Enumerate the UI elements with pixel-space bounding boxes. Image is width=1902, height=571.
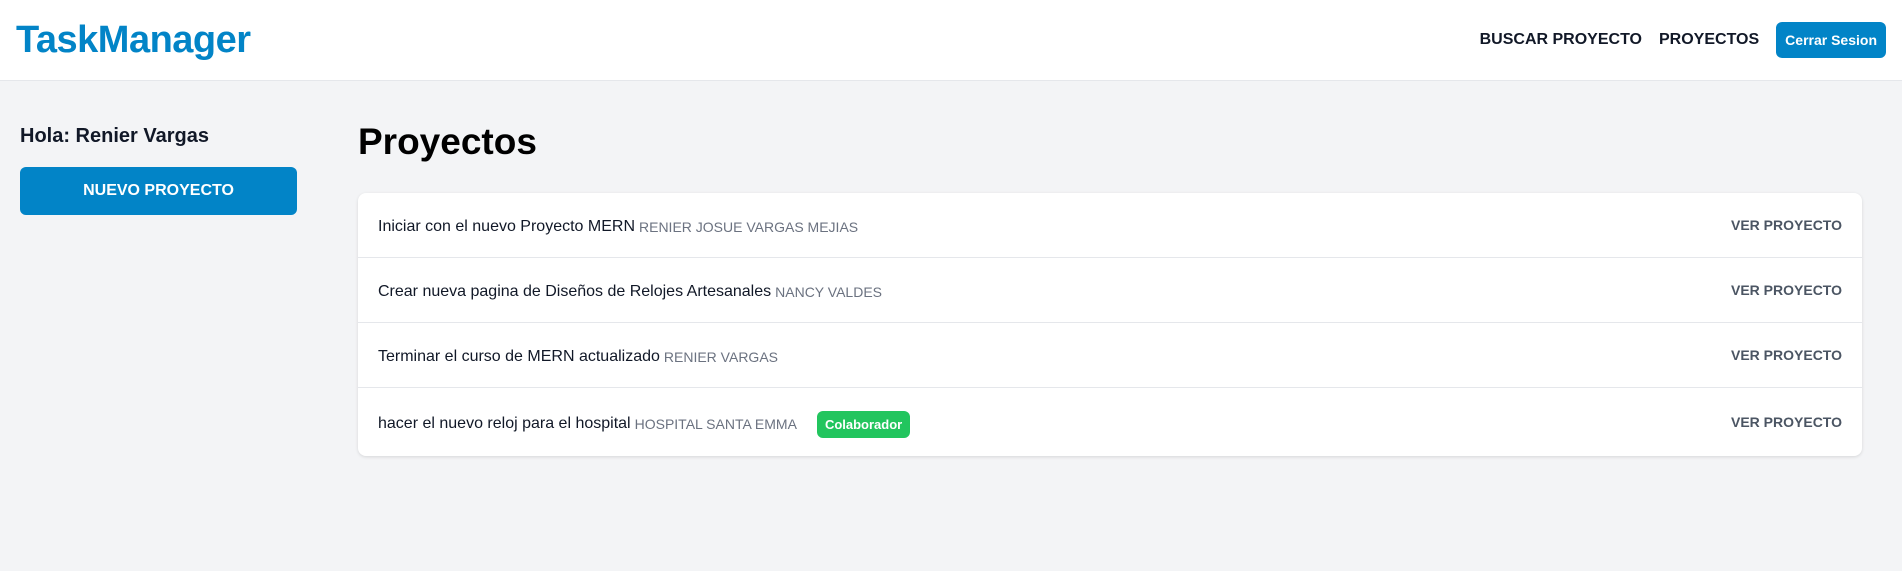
project-client: HOSPITAL SANTA EMMA (634, 416, 797, 432)
project-name: Crear nueva pagina de Diseños de Relojes… (378, 283, 772, 300)
main-content: Proyectos Iniciar con el nuevo Proyecto … (358, 81, 1902, 571)
project-name: Iniciar con el nuevo Proyecto MERN (378, 218, 635, 235)
project-row: hacer el nuevo reloj para el hospital HO… (358, 388, 1862, 456)
project-name: hacer el nuevo reloj para el hospital (378, 415, 631, 432)
project-name: Terminar el curso de MERN actualizado (378, 348, 660, 365)
top-nav: Buscar Proyecto Proyectos Cerrar Sesion (1480, 22, 1886, 58)
project-list: Iniciar con el nuevo Proyecto MERN RENIE… (358, 193, 1862, 456)
project-client: RENIER VARGAS (663, 349, 778, 365)
page-layout: Hola: Renier Vargas Nuevo Proyecto Proye… (0, 81, 1902, 571)
project-client: NANCY VALDES (775, 284, 882, 300)
project-client: RENIER JOSUE VARGAS MEJIAS (639, 219, 859, 235)
project-info: Terminar el curso de MERN actualizado RE… (378, 348, 778, 366)
project-row: Iniciar con el nuevo Proyecto MERN RENIE… (358, 193, 1862, 258)
project-info: Iniciar con el nuevo Proyecto MERN RENIE… (378, 218, 858, 236)
project-info: hacer el nuevo reloj para el hospital HO… (378, 410, 911, 438)
top-header: TaskManager Buscar Proyecto Proyectos Ce… (0, 0, 1902, 81)
view-project-link[interactable]: Ver Proyecto (1731, 282, 1842, 298)
sidebar: Hola: Renier Vargas Nuevo Proyecto (0, 81, 358, 571)
logout-button[interactable]: Cerrar Sesion (1776, 22, 1886, 58)
view-project-link[interactable]: Ver Proyecto (1731, 347, 1842, 363)
page-title: Proyectos (358, 121, 537, 162)
nav-search-projects[interactable]: Buscar Proyecto (1480, 31, 1642, 49)
collaborator-badge: Colaborador (816, 410, 911, 438)
app-logo[interactable]: TaskManager (16, 19, 251, 62)
view-project-link[interactable]: Ver Proyecto (1731, 414, 1842, 430)
project-info: Crear nueva pagina de Diseños de Relojes… (378, 283, 882, 301)
user-greeting: Hola: Renier Vargas (20, 125, 209, 147)
view-project-link[interactable]: Ver Proyecto (1731, 217, 1842, 233)
new-project-button[interactable]: Nuevo Proyecto (20, 167, 297, 215)
project-row: Crear nueva pagina de Diseños de Relojes… (358, 258, 1862, 323)
nav-projects[interactable]: Proyectos (1659, 31, 1759, 49)
project-row: Terminar el curso de MERN actualizado RE… (358, 323, 1862, 388)
